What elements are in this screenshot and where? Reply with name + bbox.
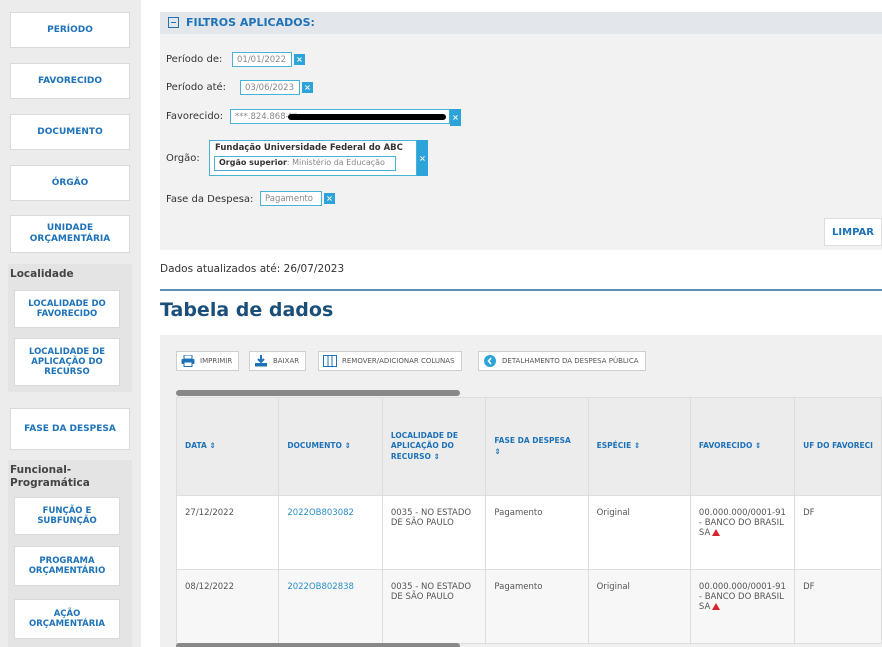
column-header-uf[interactable]: UF DO FAVORECI (794, 397, 882, 496)
filters-header[interactable]: FILTROS APLICADOS: (160, 12, 882, 34)
sidebar-item-funcao-subfuncao[interactable]: FUNÇÃO E SUBFUNÇÃO (14, 497, 120, 535)
column-header-localidade[interactable]: LOCALIDADE DE APLICAÇÃO DO RECURSO ⇕ (381, 397, 487, 496)
filters-title: FILTROS APLICADOS: (186, 16, 315, 29)
columns-button[interactable]: REMOVER/ADICIONAR COLUNAS (318, 351, 462, 371)
cell-fase: Pagamento (485, 569, 589, 644)
cell-uf: DF (794, 569, 882, 644)
periodo-ate-label: Período até: (166, 82, 227, 93)
orgao-chip: Fundação Universidade Federal do ABC Org… (209, 140, 417, 176)
column-header-fase[interactable]: FASE DA DESPESA ⇕ (485, 397, 589, 496)
sidebar-item-documento[interactable]: DOCUMENTO (10, 114, 130, 150)
remove-favorecido-button[interactable]: × (450, 109, 461, 126)
orgao-superior-chip: Orgão superior: Ministério da Educação (214, 156, 396, 171)
cell-data: 08/12/2022 (175, 569, 280, 644)
remove-periodo-ate-button[interactable]: × (302, 82, 313, 93)
periodo-de-label: Período de: (166, 54, 223, 65)
sidebar-item-favorecido[interactable]: FAVORECIDO (10, 63, 130, 99)
orgao-title: Fundação Universidade Federal do ABC (215, 143, 403, 153)
orgao-superior-label: Orgão superior (219, 158, 287, 167)
column-header-data[interactable]: DATA ⇕ (175, 397, 280, 496)
column-header-favorecido[interactable]: FAVORECIDO ⇕ (689, 397, 796, 496)
download-button[interactable]: BAIXAR (249, 351, 307, 371)
fase-label: Fase da Despesa: (166, 194, 254, 205)
cell-uf: DF (794, 495, 882, 570)
periodo-ate-chip: 03/06/2023 (240, 80, 300, 95)
detail-label: DETALHAMENTO DA DESPESA PÚBLICA (502, 357, 639, 365)
print-label: IMPRIMIR (200, 357, 233, 365)
periodo-de-chip: 01/01/2022 (232, 52, 292, 67)
remove-orgao-button[interactable]: × (417, 140, 428, 176)
columns-icon (323, 355, 337, 367)
download-icon (254, 355, 268, 367)
sidebar-item-localidade-aplicacao[interactable]: LOCALIDADE DE APLICAÇÃO DO RECURSO (14, 338, 120, 386)
table-panel: IMPRIMIR BAIXAR REMOVER/ADICIONAR COLUNA… (160, 335, 882, 647)
favorecido-label: Favorecido: (166, 111, 224, 122)
cell-documento: 2022OB803082 (278, 495, 383, 570)
info-icon (483, 355, 497, 367)
cell-documento: 2022OB802838 (278, 569, 383, 644)
horizontal-scrollbar-bottom[interactable] (176, 643, 460, 647)
table-row: 08/12/2022 2022OB802838 0035 - NO ESTADO… (175, 569, 882, 644)
cell-localidade: 0035 - NO ESTADO DE SÃO PAULO (381, 495, 487, 570)
cell-especie: Original (587, 569, 691, 644)
remove-periodo-de-button[interactable]: × (294, 54, 305, 65)
cell-favorecido: 00.000.000/0001-91 - BANCO DO BRASIL SA (689, 569, 796, 644)
warning-icon[interactable] (712, 529, 721, 537)
clear-filters-button[interactable]: LIMPAR (824, 218, 882, 246)
warning-icon[interactable] (712, 603, 721, 611)
cell-favorecido: 00.000.000/0001-91 - BANCO DO BRASIL SA (689, 495, 796, 570)
updated-date: 26/07/2023 (283, 263, 345, 275)
download-label: BAIXAR (273, 357, 300, 365)
sidebar-item-acao-orcamentaria[interactable]: AÇÃO ORÇAMENTÁRIA (14, 599, 120, 639)
document-link[interactable]: 2022OB803082 (287, 508, 354, 518)
sidebar-item-unidade-orcamentaria[interactable]: UNIDADE ORÇAMENTÁRIA (10, 215, 130, 253)
columns-label: REMOVER/ADICIONAR COLUNAS (342, 357, 455, 365)
print-button[interactable]: IMPRIMIR (176, 351, 240, 371)
redaction-mark (288, 114, 446, 120)
section-divider (160, 289, 882, 291)
cell-especie: Original (587, 495, 691, 570)
cell-data: 27/12/2022 (175, 495, 280, 570)
sidebar-item-localidade-favorecido[interactable]: LOCALIDADE DO FAVORECIDO (14, 290, 120, 328)
page-title: Tabela de dados (160, 299, 334, 321)
updated-info: Dados atualizados até: 26/07/2023 (160, 263, 344, 275)
table-row: 27/12/2022 2022OB803082 0035 - NO ESTADO… (175, 495, 882, 570)
sidebar-item-periodo[interactable]: PERÍODO (10, 12, 130, 48)
horizontal-scrollbar[interactable] (176, 390, 460, 396)
column-header-especie[interactable]: ESPÉCIE ⇕ (587, 397, 691, 496)
detail-button[interactable]: DETALHAMENTO DA DESPESA PÚBLICA (478, 351, 646, 371)
document-link[interactable]: 2022OB802838 (287, 582, 354, 592)
sidebar-group-title: Localidade (10, 268, 74, 280)
filters-panel: FILTROS APLICADOS: Período de: 01/01/202… (160, 12, 882, 250)
fase-chip: Pagamento (260, 191, 322, 206)
updated-label: Dados atualizados até: (160, 263, 281, 275)
orgao-label: Orgão: (166, 153, 200, 164)
printer-icon (181, 355, 195, 367)
sidebar-group-title: Funcional-Programática (10, 464, 90, 489)
cell-localidade: 0035 - NO ESTADO DE SÃO PAULO (381, 569, 487, 644)
collapse-icon[interactable] (168, 17, 179, 28)
sidebar-item-orgao[interactable]: ÓRGÃO (10, 165, 130, 201)
data-table: DATA ⇕ DOCUMENTO ⇕ LOCALIDADE DE APLICAÇ… (175, 397, 882, 644)
cell-fase: Pagamento (485, 495, 589, 570)
sidebar-item-programa-orcamentario[interactable]: PROGRAMA ORÇAMENTÁRIO (14, 546, 120, 586)
column-header-documento[interactable]: DOCUMENTO ⇕ (278, 397, 383, 496)
remove-fase-button[interactable]: × (324, 193, 335, 204)
sidebar-item-fase-despesa[interactable]: FASE DA DESPESA (10, 408, 130, 450)
orgao-superior-value: : Ministério da Educação (286, 158, 385, 167)
sidebar: PERÍODO FAVORECIDO DOCUMENTO ÓRGÃO UNIDA… (0, 0, 141, 647)
